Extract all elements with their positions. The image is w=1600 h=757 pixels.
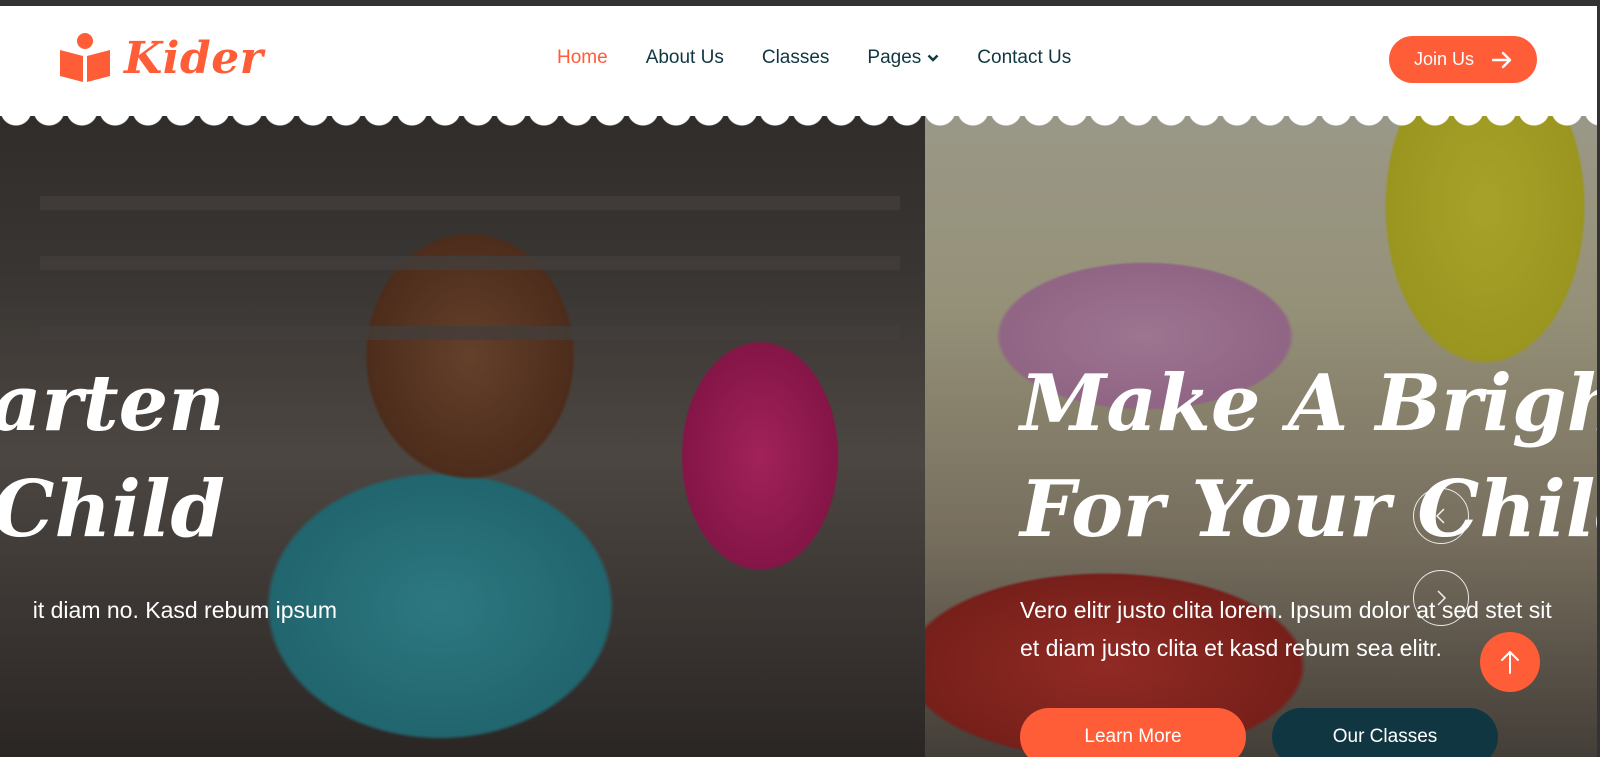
book-reader-icon — [58, 32, 112, 84]
arrow-up-icon — [1501, 650, 1519, 674]
slide-description: Vero elitr justo clita lorem. Ipsum dolo… — [1020, 591, 1552, 667]
back-to-top-button[interactable] — [1480, 632, 1540, 692]
brand-logo[interactable]: Kider — [58, 32, 263, 84]
nav-item-pages[interactable]: Pages — [867, 47, 939, 69]
nav-item-classes[interactable]: Classes — [762, 47, 830, 69]
site-header: Kider Home About Us Classes Pages Contac… — [0, 6, 1597, 116]
chevron-down-icon — [927, 54, 939, 62]
nav-item-label: Pages — [867, 47, 922, 68]
carousel-prev-button[interactable] — [1413, 488, 1469, 544]
slide-headline: Make A Brighter For Your Child — [1020, 351, 1597, 563]
chevron-left-icon — [1435, 508, 1445, 524]
description-line: et diam justo clita et kasd rebum sea el… — [1020, 635, 1442, 661]
nav-item-home[interactable]: Home — [557, 47, 608, 69]
description-line: Vero elitr justo clita lorem. Ipsum dolo… — [1020, 597, 1552, 623]
join-us-label: Join Us — [1413, 49, 1475, 69]
page-frame: garten Child it diam no. Kasd rebum ipsu… — [0, 6, 1597, 757]
main-nav: Home About Us Classes Pages Contact Us — [557, 47, 1071, 69]
nav-item-contact-us[interactable]: Contact Us — [977, 47, 1071, 69]
our-classes-button[interactable]: Our Classes — [1272, 708, 1498, 757]
headline-line: garten — [0, 358, 225, 449]
chevron-right-icon — [1437, 590, 1447, 606]
brand-name: Kider — [124, 32, 264, 84]
learn-more-button[interactable]: Learn More — [1020, 708, 1246, 757]
arrow-right-icon — [1492, 51, 1512, 68]
nav-item-about-us[interactable]: About Us — [646, 47, 724, 69]
headline-line: Make A Brighter — [1020, 358, 1597, 449]
carousel-next-button[interactable] — [1413, 570, 1469, 626]
headline-line: Child — [0, 464, 225, 555]
headline-line: For Your Child — [1020, 464, 1597, 555]
slide-description: it diam no. Kasd rebum ipsum — [32, 597, 337, 623]
join-us-button[interactable]: Join Us — [1389, 36, 1537, 83]
slide-headline: garten Child — [0, 351, 225, 563]
